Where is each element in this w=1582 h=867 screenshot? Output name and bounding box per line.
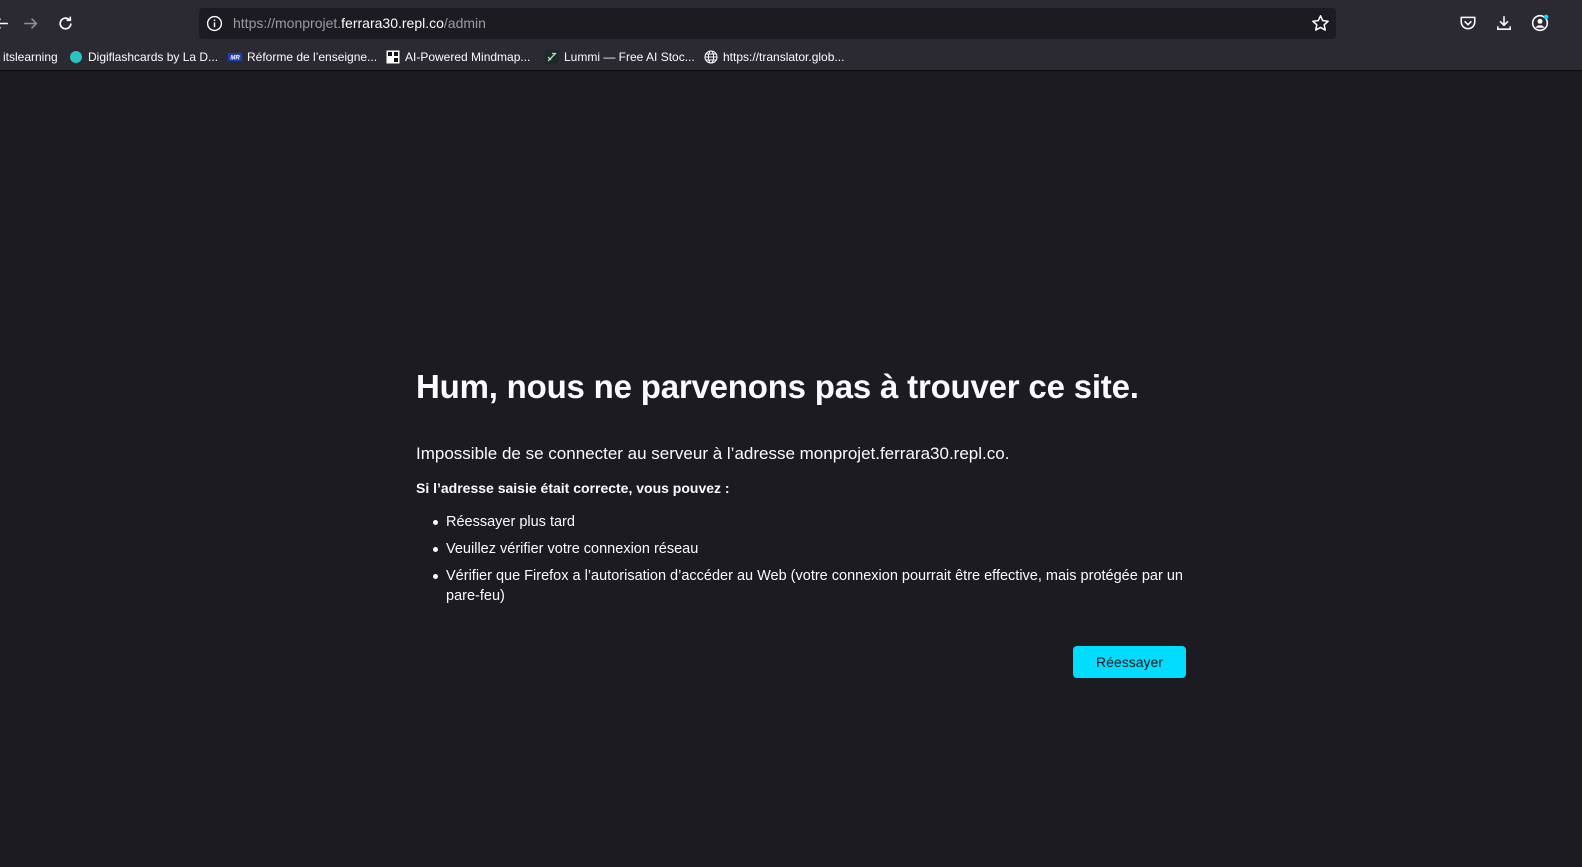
bookmarks-toolbar: itslearning Digiflashcards by La D... MR… bbox=[0, 42, 1582, 71]
bookmark-reforme[interactable]: MR Réforme de l’enseigne... bbox=[228, 42, 377, 71]
bookmark-label: itslearning bbox=[3, 49, 58, 64]
back-button[interactable] bbox=[0, 8, 16, 38]
reload-icon bbox=[58, 16, 72, 30]
url-host: ferrara30.repl.co bbox=[341, 15, 444, 31]
mindmap-icon bbox=[386, 50, 400, 63]
download-icon bbox=[1497, 16, 1511, 30]
bookmark-translator[interactable]: https://translator.glob... bbox=[704, 42, 844, 71]
downloads-button[interactable] bbox=[1489, 8, 1519, 38]
error-description: Impossible de se connecter au serveur à … bbox=[416, 444, 1010, 463]
url-text[interactable]: https://monprojet.ferrara30.repl.co/admi… bbox=[233, 8, 486, 39]
teal-circle-icon bbox=[70, 50, 82, 63]
lummi-icon bbox=[545, 49, 559, 64]
back-arrow-icon bbox=[0, 18, 8, 28]
bookmark-label: https://translator.glob... bbox=[723, 49, 845, 64]
bookmark-label: Digiflashcards by La D... bbox=[88, 49, 219, 64]
url-prefix: https://monprojet. bbox=[233, 15, 342, 31]
bookmark-label: Lummi — Free AI Stoc... bbox=[564, 49, 695, 64]
error-title: Hum, nous ne parvenons pas à trouver ce … bbox=[416, 368, 1139, 405]
list-item: Vérifier que Firefox a l’autorisation d’… bbox=[433, 566, 1186, 606]
bookmark-lummi[interactable]: Lummi — Free AI Stoc... bbox=[545, 42, 695, 71]
url-path: /admin bbox=[443, 15, 486, 31]
address-bar[interactable]: https://monprojet.ferrara30.repl.co/admi… bbox=[199, 8, 1336, 39]
globe-icon bbox=[704, 49, 718, 64]
navigation-toolbar: https://monprojet.ferrara30.repl.co/admi… bbox=[0, 4, 1582, 42]
pocket-button[interactable] bbox=[1453, 8, 1483, 38]
bookmark-itslearning[interactable]: itslearning bbox=[3, 42, 58, 71]
retry-button[interactable]: Réessayer bbox=[1073, 646, 1186, 678]
account-icon bbox=[1531, 14, 1549, 32]
error-subtitle: Si l’adresse saisie était correcte, vous… bbox=[416, 480, 730, 496]
bookmark-star-icon[interactable] bbox=[1311, 14, 1330, 33]
bookmark-label: AI-Powered Mindmap... bbox=[405, 49, 531, 64]
reload-button[interactable] bbox=[50, 8, 80, 38]
error-page: Hum, nous ne parvenons pas à trouver ce … bbox=[416, 366, 1186, 613]
forward-arrow-icon bbox=[23, 17, 37, 29]
svg-text:MR: MR bbox=[230, 55, 240, 61]
pocket-icon bbox=[1460, 16, 1476, 30]
list-item: Veuillez vérifier votre connexion réseau bbox=[433, 539, 1186, 559]
bookmark-digiflashcards[interactable]: Digiflashcards by La D... bbox=[69, 42, 218, 71]
bookmark-label: Réforme de l’enseigne... bbox=[247, 49, 378, 64]
account-button[interactable] bbox=[1525, 8, 1555, 38]
mr-logo-icon: MR bbox=[228, 52, 242, 61]
suggestions-list: Réessayer plus tard Veuillez vérifier vo… bbox=[416, 512, 1186, 606]
list-item: Réessayer plus tard bbox=[433, 512, 1186, 532]
forward-button[interactable] bbox=[15, 8, 45, 38]
bookmark-mindmap[interactable]: AI-Powered Mindmap... bbox=[386, 42, 530, 71]
site-info-icon[interactable] bbox=[206, 15, 223, 32]
